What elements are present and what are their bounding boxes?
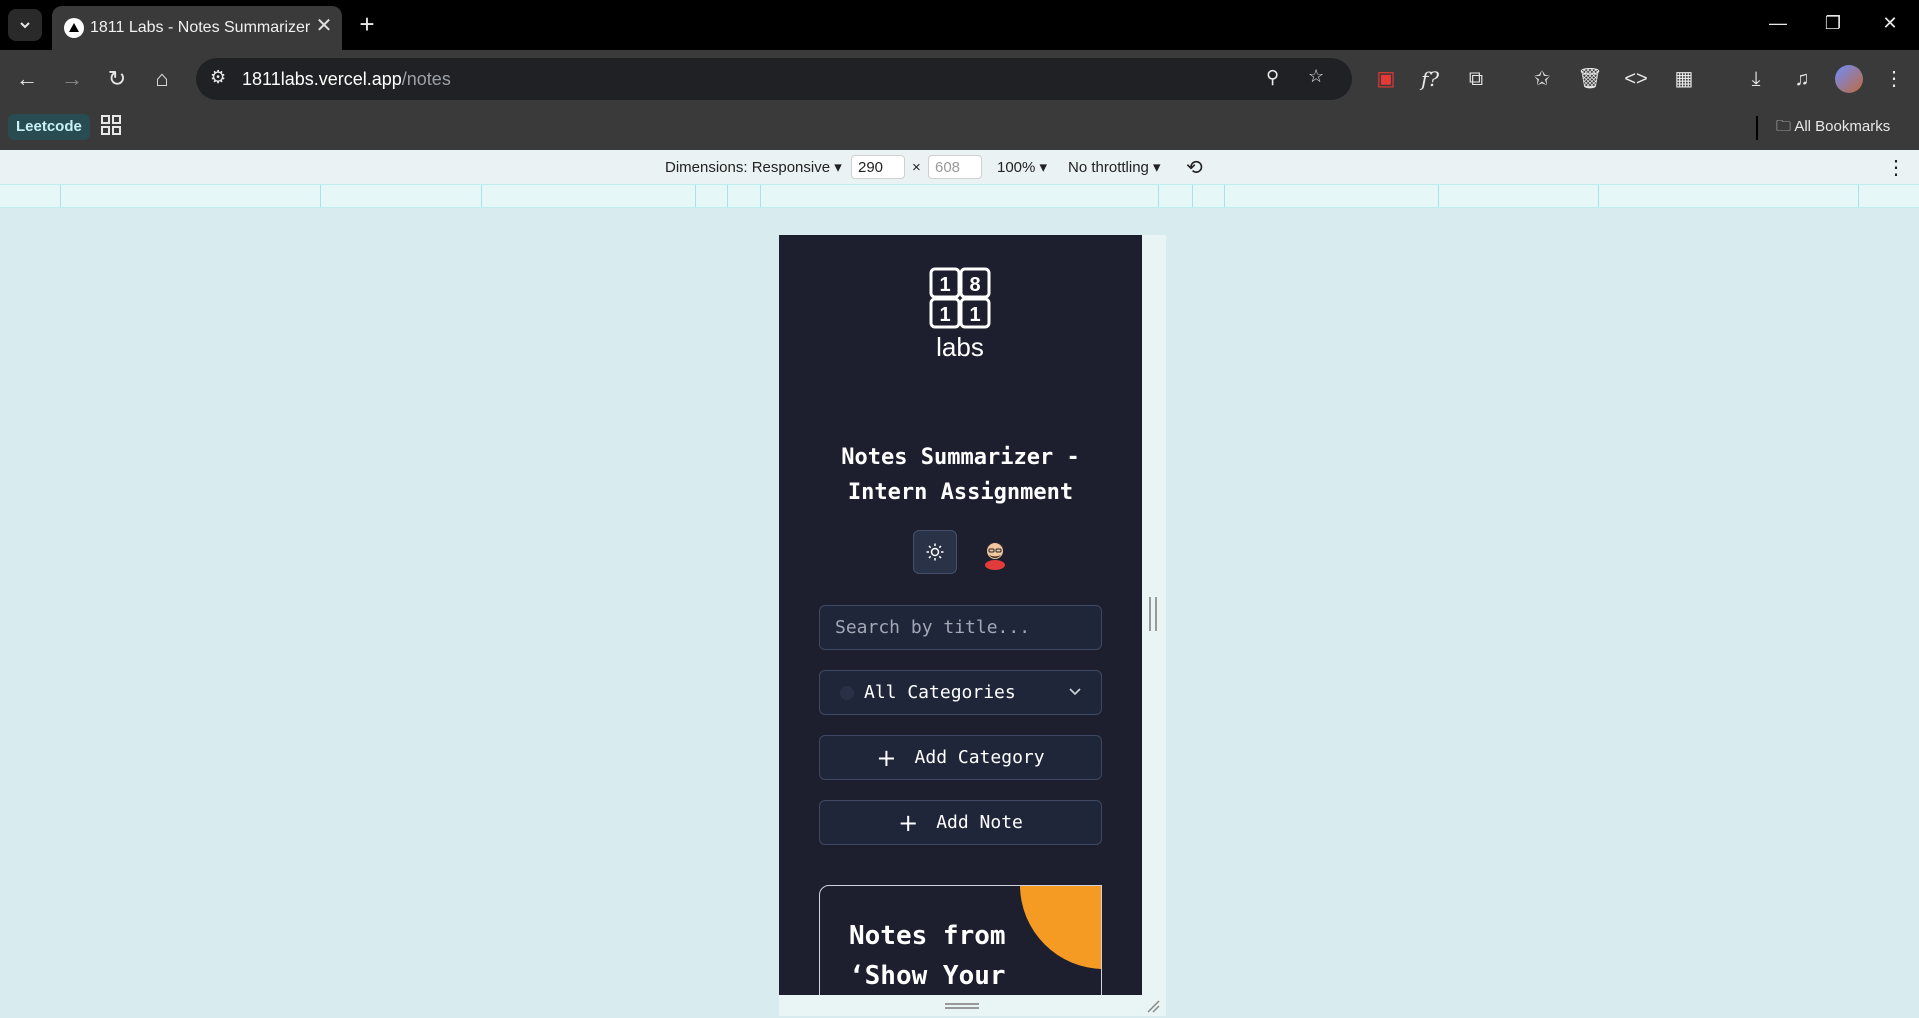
corner-resize-icon[interactable] bbox=[1146, 999, 1160, 1013]
favorites-icon[interactable]: ✩ bbox=[1526, 63, 1558, 95]
address-bar[interactable]: ⚙ 1811labs.vercel.app/notes ⚲ ☆ bbox=[196, 58, 1352, 100]
note-card[interactable]: Notes from ‘Show Your bbox=[819, 885, 1102, 995]
forward-arrow-icon[interactable]: → bbox=[55, 62, 89, 96]
browser-toolbar: ← → ↻ ⌂ ⚙ 1811labs.vercel.app/notes ⚲ ☆ … bbox=[0, 50, 1919, 108]
logo-digit: 1 bbox=[939, 274, 950, 296]
all-bookmarks[interactable]: 🗀 All Bookmarks bbox=[1776, 116, 1890, 141]
logo-digit: 1 bbox=[939, 304, 950, 326]
add-category-label: Add Category bbox=[914, 747, 1045, 768]
ruler-tick bbox=[1224, 185, 1225, 207]
ruler-tick bbox=[1158, 185, 1159, 207]
rotate-icon[interactable]: ⟲ bbox=[1186, 155, 1203, 180]
add-category-button[interactable]: + Add Category bbox=[819, 735, 1102, 780]
sun-icon bbox=[926, 543, 944, 561]
add-note-button[interactable]: + Add Note bbox=[819, 800, 1102, 845]
note-card-title: Notes from ‘Show Your bbox=[849, 916, 1039, 995]
bookmarks-bar: Leetcode 🗀 All Bookmarks bbox=[0, 108, 1919, 150]
device-viewport: 1 8 1 1 labs Notes Summarizer - Intern A… bbox=[779, 235, 1142, 995]
formula-extension-icon[interactable]: f? bbox=[1414, 63, 1446, 95]
ruler-tick bbox=[481, 185, 482, 207]
download-icon[interactable]: ⤓ bbox=[1740, 63, 1772, 95]
bookmark-leetcode[interactable]: Leetcode bbox=[8, 114, 90, 140]
search-placeholder: Search by title... bbox=[835, 617, 1031, 638]
add-note-label: Add Note bbox=[936, 812, 1023, 833]
resize-handle-right[interactable] bbox=[1149, 597, 1157, 631]
ruler-tick bbox=[1192, 185, 1193, 207]
page-title-line: Intern Assignment bbox=[847, 480, 1074, 505]
chevron-down-icon bbox=[1069, 688, 1081, 696]
more-vert-icon[interactable]: ⋮ bbox=[1886, 155, 1906, 180]
search-input[interactable]: Search by title... bbox=[819, 605, 1102, 650]
resize-handle-bottom[interactable] bbox=[779, 995, 1166, 1016]
media-queue-icon[interactable]: ♫ bbox=[1786, 63, 1818, 95]
category-select[interactable]: All Categories bbox=[819, 670, 1102, 715]
plus-icon: + bbox=[876, 743, 897, 772]
logo-digit: 1 bbox=[969, 304, 980, 326]
category-select-value: All Categories bbox=[864, 682, 1016, 703]
logo-digit: 8 bbox=[969, 274, 980, 296]
minimize-icon[interactable]: — bbox=[1758, 8, 1798, 38]
dimensions-dropdown[interactable]: Dimensions: Responsive ▾ bbox=[665, 158, 842, 176]
new-tab-button[interactable]: + bbox=[352, 10, 382, 40]
height-input[interactable]: 608 bbox=[928, 155, 982, 179]
page-title: Notes Summarizer - Intern Assignment bbox=[809, 440, 1112, 510]
reload-icon[interactable]: ↻ bbox=[100, 62, 134, 96]
device-toolbar: Dimensions: Responsive ▾ 290 × 608 100% … bbox=[0, 150, 1919, 184]
tab-title: 1811 Labs - Notes Summarizer bbox=[90, 19, 311, 36]
ruler-tick bbox=[1858, 185, 1859, 207]
url-path: /notes bbox=[401, 69, 451, 89]
logo-word: labs bbox=[936, 332, 984, 362]
window-close-icon[interactable]: ✕ bbox=[1870, 8, 1910, 38]
vercel-favicon-icon bbox=[64, 18, 84, 38]
category-color-dot bbox=[840, 686, 854, 700]
page-title-line: Notes Summarizer - bbox=[841, 445, 1080, 470]
more-vert-icon[interactable]: ⋮ bbox=[1878, 63, 1910, 95]
tab-strip: 1811 Labs - Notes Summarizer ✕ + — ❐ ✕ bbox=[0, 0, 1919, 50]
ruler-tick bbox=[760, 185, 761, 207]
profile-avatar[interactable] bbox=[1835, 65, 1863, 93]
restore-icon[interactable]: ❐ bbox=[1813, 8, 1853, 38]
ruler-tick bbox=[1598, 185, 1599, 207]
plus-icon: + bbox=[898, 808, 919, 837]
layout-icon[interactable]: ▦ bbox=[1668, 63, 1700, 95]
tab-search-button[interactable] bbox=[8, 9, 42, 41]
url-host: 1811labs.vercel.app bbox=[242, 69, 402, 89]
logo-1811-labs: 1 8 1 1 labs bbox=[929, 267, 991, 362]
chevron-down-icon bbox=[20, 22, 30, 29]
bookmarks-divider bbox=[1756, 116, 1758, 140]
all-bookmarks-label: All Bookmarks bbox=[1794, 118, 1891, 135]
star-icon[interactable]: ☆ bbox=[1308, 66, 1324, 87]
ruler-tick bbox=[695, 185, 696, 207]
active-tab[interactable]: 1811 Labs - Notes Summarizer ✕ bbox=[52, 6, 342, 50]
close-icon[interactable]: ✕ bbox=[312, 14, 336, 38]
dimension-separator: × bbox=[912, 159, 921, 176]
bottom-grip bbox=[945, 1003, 979, 1009]
extension-icon[interactable]: ⧉ bbox=[1460, 63, 1492, 95]
theme-toggle-button[interactable] bbox=[913, 530, 957, 574]
zoom-dropdown[interactable]: 100% ▾ bbox=[997, 158, 1047, 176]
media-query-ruler bbox=[0, 184, 1919, 208]
ruler-tick bbox=[60, 185, 61, 207]
extension-red-icon[interactable]: ▣ bbox=[1370, 63, 1402, 95]
home-icon[interactable]: ⌂ bbox=[145, 62, 179, 96]
ruler-tick bbox=[727, 185, 728, 207]
back-arrow-icon[interactable]: ← bbox=[10, 62, 44, 96]
apps-grid-icon[interactable] bbox=[100, 114, 126, 140]
folder-icon: 🗀 bbox=[1776, 118, 1795, 135]
url-text: 1811labs.vercel.app/notes bbox=[242, 69, 451, 90]
site-info-icon[interactable]: ⚙ bbox=[210, 67, 226, 88]
user-avatar[interactable] bbox=[977, 534, 1013, 570]
note-card-title-line: Notes from bbox=[849, 921, 1006, 951]
code-icon[interactable]: <> bbox=[1620, 63, 1652, 95]
width-input[interactable]: 290 bbox=[851, 155, 905, 179]
note-card-title-line: ‘Show Your bbox=[849, 961, 1006, 991]
trash-icon[interactable]: 🗑 bbox=[1574, 63, 1606, 95]
ruler-tick bbox=[320, 185, 321, 207]
throttling-dropdown[interactable]: No throttling ▾ bbox=[1068, 158, 1161, 176]
ruler-tick bbox=[1438, 185, 1439, 207]
zoom-icon[interactable]: ⚲ bbox=[1266, 67, 1279, 88]
